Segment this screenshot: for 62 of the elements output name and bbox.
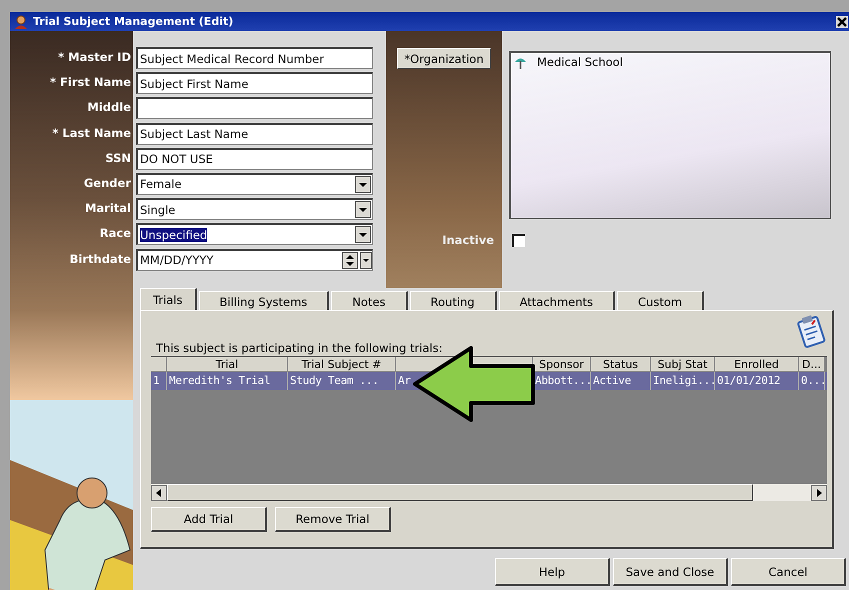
text-field[interactable] — [136, 97, 373, 120]
dropdown-field[interactable]: Unspecified — [136, 223, 373, 246]
spinner-icon[interactable] — [342, 252, 358, 268]
field-value: Subject Medical Record Number — [140, 52, 325, 66]
field-label: SSN — [105, 150, 131, 167]
organization-button[interactable]: *Organization — [397, 48, 491, 69]
date-field[interactable]: MM/DD/YYYY — [136, 248, 373, 270]
tab[interactable]: Billing Systems — [198, 291, 330, 310]
field-value: DO NOT USE — [140, 152, 214, 166]
table-cell: 01/01/2012 — [715, 372, 799, 390]
dropdown-field[interactable]: Female — [136, 172, 373, 195]
inactive-label: Inactive — [442, 233, 494, 247]
trial-button[interactable]: Remove Trial — [275, 507, 391, 532]
list-item[interactable]: Medical School — [537, 55, 623, 69]
text-field[interactable]: Subject Medical Record Number — [136, 47, 373, 69]
field-label: Gender — [84, 176, 131, 192]
text-field[interactable]: Subject First Name — [136, 72, 373, 94]
table-cell: Ineligi... — [651, 372, 715, 390]
column-header[interactable]: D... — [799, 357, 825, 372]
field-value: MM/DD/YYYY — [140, 253, 214, 267]
field-label: * Master ID — [58, 50, 131, 66]
row-number: 1 — [151, 372, 167, 390]
tab[interactable]: Notes — [331, 291, 408, 310]
table-cell: Meredith's Trial — [167, 372, 288, 390]
column-header[interactable]: Trial — [167, 357, 288, 372]
window-title: Trial Subject Management (Edit) — [33, 15, 234, 28]
dialog-button[interactable]: Cancel — [731, 558, 846, 586]
column-header[interactable]: Trial Subject # — [288, 357, 396, 372]
text-field[interactable]: Subject Last Name — [136, 122, 373, 145]
trial-button[interactable]: Add Trial — [151, 507, 267, 532]
field-value: Unspecified — [140, 228, 208, 242]
tab[interactable]: Attachments — [498, 291, 616, 310]
dialog-button[interactable]: Help — [495, 558, 610, 586]
dropdown-field[interactable]: Single — [136, 198, 373, 220]
table-cell: 0... — [799, 372, 825, 390]
column-header[interactable]: Subj Stat — [651, 357, 715, 372]
field-value: Female — [140, 177, 183, 192]
field-value: Subject First Name — [140, 76, 250, 91]
horizontal-scrollbar[interactable] — [151, 484, 827, 501]
tab[interactable]: Trials — [140, 288, 196, 310]
field-label: * First Name — [50, 75, 131, 92]
field-label: Middle — [87, 100, 131, 116]
organization-list[interactable]: Medical School — [509, 51, 831, 219]
column-header[interactable]: Enrolled — [715, 357, 799, 372]
table-cell: Study Team ... — [288, 372, 396, 390]
trials-caption: This subject is participating in the following trials: — [156, 341, 444, 356]
column-header[interactable]: Status — [591, 357, 651, 372]
text-field[interactable]: DO NOT USE — [136, 148, 373, 170]
person-icon — [14, 14, 28, 28]
dialog-button[interactable]: Save and Close — [613, 558, 728, 586]
field-label: Birthdate — [70, 252, 131, 268]
field-label: Race — [100, 226, 131, 242]
field-value: Subject Last Name — [140, 127, 250, 142]
column-header[interactable]: Sponsor — [533, 357, 591, 372]
close-icon[interactable] — [836, 16, 848, 28]
field-label: * Last Name — [52, 126, 131, 142]
tree-icon — [514, 56, 527, 68]
field-value: Single — [140, 202, 176, 217]
table-cell: Active — [591, 372, 651, 390]
tab[interactable]: Routing — [410, 291, 497, 310]
field-label: Marital — [84, 201, 131, 218]
tab[interactable]: Custom — [617, 291, 704, 310]
